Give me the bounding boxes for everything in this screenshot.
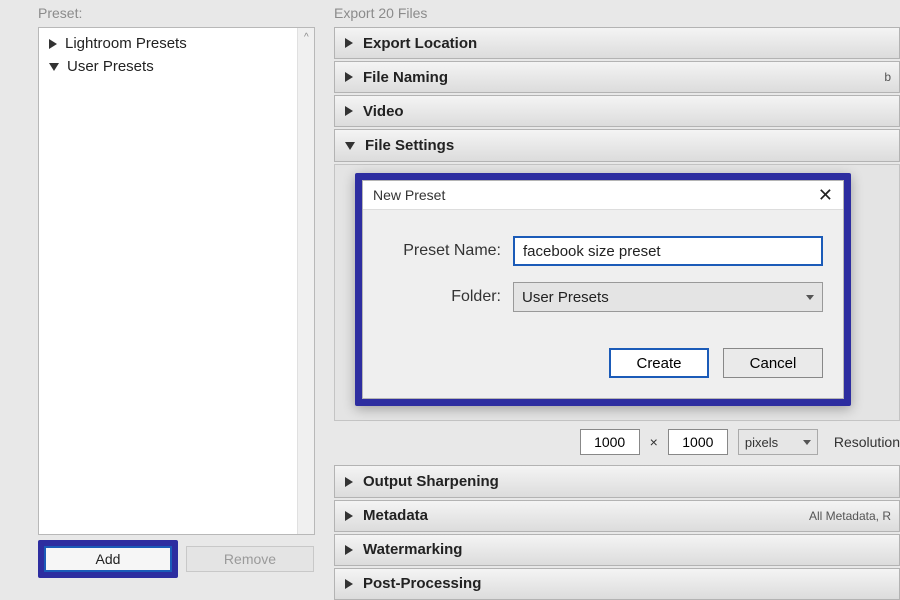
scroll-indicator-icon: ^ [304,32,310,42]
unit-select[interactable]: pixels [738,429,818,455]
collapse-icon [345,72,353,82]
section-metadata[interactable]: Metadata All Metadata, R [334,500,900,532]
section-extra: b [884,70,891,84]
folder-row: Folder: User Presets [383,282,823,312]
section-watermarking[interactable]: Watermarking [334,534,900,566]
section-output-sharpening[interactable]: Output Sharpening [334,465,900,497]
width-input[interactable] [580,429,640,455]
section-label: Export Location [363,35,477,52]
collapse-icon [345,545,353,555]
add-button[interactable]: Add [44,546,172,572]
section-extra: All Metadata, R [809,509,891,523]
collapse-icon [345,106,353,116]
remove-button: Remove [186,546,314,572]
collapse-icon [345,511,353,521]
unit-value: pixels [745,435,778,450]
section-file-naming[interactable]: File Naming b [334,61,900,93]
left-panel: Preset: ^ Lightroom Presets User Presets… [0,0,330,600]
preset-name-label: Preset Name: [383,242,513,260]
modal-title: New Preset [373,187,445,203]
new-preset-modal-highlight: New Preset ✕ Preset Name: Folder: User P… [355,173,851,406]
preset-name-row: Preset Name: [383,236,823,266]
section-label: Post-Processing [363,575,481,592]
section-video[interactable]: Video [334,95,900,127]
section-label: File Settings [365,137,454,154]
chevron-down-icon [803,440,811,445]
height-input[interactable] [668,429,728,455]
add-highlight: Add [38,540,178,578]
section-label: File Naming [363,69,448,86]
collapse-icon [49,39,57,49]
preset-item-user[interactable]: User Presets [39,55,314,78]
close-icon[interactable]: ✕ [818,186,833,204]
preset-list[interactable]: ^ Lightroom Presets User Presets [38,27,315,535]
expand-icon [49,63,59,71]
preset-button-row: Add Remove [38,540,315,578]
preset-item-label: User Presets [67,58,154,75]
preset-item-lightroom[interactable]: Lightroom Presets [39,32,314,55]
expand-icon [345,142,355,150]
modal-body: Preset Name: Folder: User Presets [363,210,843,348]
modal-titlebar: New Preset ✕ [363,181,843,210]
times-label: × [650,434,658,450]
folder-value: User Presets [522,289,609,306]
new-preset-modal: New Preset ✕ Preset Name: Folder: User P… [362,180,844,399]
section-label: Video [363,103,404,120]
collapse-icon [345,579,353,589]
preset-name-input[interactable] [513,236,823,266]
resolution-label: Resolution [834,434,900,450]
section-post-processing[interactable]: Post-Processing [334,568,900,600]
preset-label: Preset: [0,5,330,25]
preset-item-label: Lightroom Presets [65,35,187,52]
chevron-down-icon [806,295,814,300]
collapse-icon [345,38,353,48]
modal-footer: Create Cancel [363,348,843,398]
dimension-row: × pixels Resolution [334,429,900,455]
section-file-settings[interactable]: File Settings [334,129,900,161]
folder-label: Folder: [383,288,513,306]
section-export-location[interactable]: Export Location [334,27,900,59]
section-label: Output Sharpening [363,473,499,490]
folder-select[interactable]: User Presets [513,282,823,312]
section-label: Watermarking [363,541,462,558]
create-button[interactable]: Create [609,348,709,378]
export-title: Export 20 Files [330,5,900,25]
cancel-button[interactable]: Cancel [723,348,823,378]
section-label: Metadata [363,507,428,524]
collapse-icon [345,477,353,487]
